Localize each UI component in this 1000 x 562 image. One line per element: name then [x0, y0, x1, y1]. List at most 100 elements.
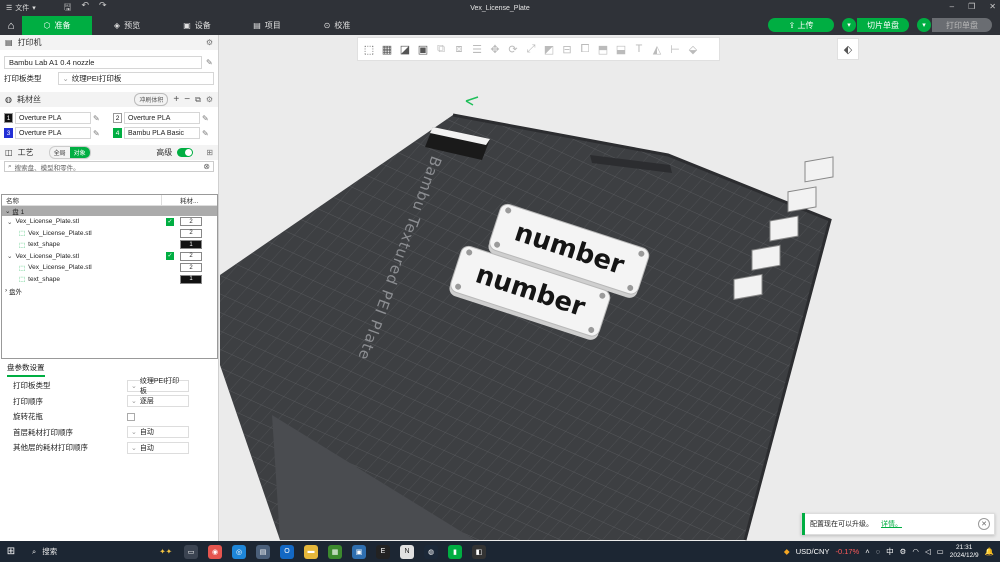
outside-plate-node[interactable]: › 盘外: [2, 285, 217, 297]
seam-paint-icon[interactable]: ⬓: [613, 41, 629, 57]
remove-icon[interactable]: −: [184, 94, 190, 105]
settings-icon[interactable]: ⚙: [206, 95, 213, 104]
sync-icon[interactable]: ⧉: [195, 95, 201, 105]
printer-select[interactable]: Bambu Lab A1 0.4 nozzle: [4, 56, 202, 69]
close-icon[interactable]: ✕: [989, 2, 996, 11]
visibility-checkbox[interactable]: ✓: [166, 217, 174, 226]
arrange-icon[interactable]: ▣: [415, 41, 431, 57]
orient-plate-icon[interactable]: [769, 215, 799, 242]
restore-icon[interactable]: ❐: [968, 2, 975, 11]
clock[interactable]: 21:31 2024/12/9: [950, 544, 979, 560]
volume-icon[interactable]: ◁: [925, 547, 931, 556]
view-options-icon[interactable]: ⬖: [837, 38, 859, 60]
bambu-studio-icon[interactable]: ▮: [448, 544, 462, 559]
delete-plate-icon[interactable]: [804, 156, 834, 183]
ime-lang[interactable]: 中: [886, 546, 894, 557]
close-icon[interactable]: ✕: [978, 518, 990, 530]
print-plate-button[interactable]: 打印单盘: [932, 18, 992, 32]
copilot-icon[interactable]: ◉: [208, 544, 222, 559]
scale-icon[interactable]: ⤢: [523, 41, 539, 57]
tree-item[interactable]: ⌄ Vex_License_Plate.stl ✓ 2: [2, 216, 217, 228]
tab-preview[interactable]: ◈ 预览: [92, 16, 162, 35]
upload-button[interactable]: ⇪ 上传: [768, 18, 834, 32]
tree-item[interactable]: ⬚ Vex_License_Plate.stl 2: [2, 262, 217, 274]
filament-selector[interactable]: 2: [180, 217, 202, 227]
file-menu[interactable]: ☰ 文件 ▾: [0, 3, 42, 13]
split-parts-icon[interactable]: ⧈: [451, 41, 467, 57]
notifications-icon[interactable]: 🔔: [985, 547, 994, 556]
clear-icon[interactable]: ⊗: [203, 162, 210, 171]
filament-slot[interactable]: 2 Overture PLA ✎: [113, 112, 222, 124]
tab-prepare[interactable]: ⬡ 准备: [22, 16, 92, 35]
minimize-icon[interactable]: –: [950, 2, 954, 11]
taskbar-search[interactable]: ⌕ 搜索 ✦✦: [22, 546, 172, 557]
measure-icon[interactable]: ⊢: [667, 41, 683, 57]
edit-icon[interactable]: ✎: [206, 58, 213, 67]
app-icon-2[interactable]: ◧: [472, 544, 486, 559]
global-object-toggle[interactable]: 全局 对象: [48, 146, 91, 159]
add-icon[interactable]: +: [173, 94, 179, 105]
arrange-plate-icon[interactable]: [787, 186, 817, 213]
filament-selector[interactable]: 1: [180, 274, 202, 284]
lock-plate-icon[interactable]: [751, 244, 781, 271]
edit-icon[interactable]: ✎: [93, 114, 100, 123]
add-object-icon[interactable]: ⬚: [361, 41, 377, 57]
settings-icon[interactable]: ⚙: [206, 38, 213, 47]
outlook-icon[interactable]: O: [280, 544, 294, 559]
object-search-input[interactable]: ⌕ 搜索盘、模型和零件。 ⊗: [4, 161, 214, 172]
redo-icon[interactable]: ↷: [99, 0, 107, 16]
settings-icon[interactable]: ⚙: [900, 547, 907, 556]
filament-selector[interactable]: 1: [180, 240, 202, 250]
advanced-toggle[interactable]: [177, 148, 194, 157]
filament-slot[interactable]: 1 Overture PLA ✎: [4, 112, 113, 124]
tree-item[interactable]: ⬚ text_shape 1: [2, 239, 217, 251]
spiral-vase-checkbox[interactable]: [127, 412, 135, 421]
plate-settings-icon[interactable]: [733, 273, 763, 300]
plate-setting-select[interactable]: ⌄ 逐层: [127, 395, 189, 408]
filament-selector[interactable]: 2: [180, 251, 202, 261]
plate-setting-select[interactable]: ⌄ 纹理PEI打印板: [127, 378, 189, 395]
slice-plate-button[interactable]: 切片单盘: [857, 18, 909, 32]
split-objects-icon[interactable]: ⧉: [433, 41, 449, 57]
edge-icon[interactable]: ◎: [232, 544, 246, 559]
plate-node[interactable]: ⌄ 盘 1: [2, 206, 217, 216]
tab-device[interactable]: ▣ 设备: [162, 16, 232, 35]
explorer-icon[interactable]: ▬: [304, 544, 318, 559]
filament-selector[interactable]: 2: [180, 228, 202, 238]
assembly-icon[interactable]: ⬙: [685, 41, 701, 57]
wifi-icon[interactable]: ◠: [912, 547, 919, 556]
filament-slot[interactable]: 4 Bambu PLA Basic ✎: [113, 127, 222, 139]
add-plate-icon[interactable]: ▦: [379, 41, 395, 57]
battery-icon[interactable]: ▭: [937, 547, 944, 556]
compare-icon[interactable]: ⊞: [206, 148, 213, 157]
layers-edit-icon[interactable]: ☰: [469, 41, 485, 57]
tree-item[interactable]: ⬚ Vex_License_Plate.stl 2: [2, 228, 217, 240]
save-icon[interactable]: 🖫: [64, 0, 72, 16]
edit-icon[interactable]: ✎: [202, 129, 209, 138]
tab-project[interactable]: ▤ 项目: [232, 16, 302, 35]
app-icon[interactable]: ▣: [352, 544, 366, 559]
seg-global[interactable]: 全局: [50, 147, 70, 158]
print-dropdown-button[interactable]: ▾: [917, 18, 931, 32]
currency-label[interactable]: USD/CNY: [796, 547, 830, 556]
task-view-icon[interactable]: ▭: [184, 544, 198, 559]
boolean-icon[interactable]: ⧠: [577, 41, 593, 57]
minecraft-icon[interactable]: ▦: [328, 544, 342, 559]
epic-games-icon[interactable]: E: [376, 544, 390, 559]
move-icon[interactable]: ✥: [487, 41, 503, 57]
cut-icon[interactable]: ⊟: [559, 41, 575, 57]
windows-start-icon[interactable]: ⊞: [0, 546, 22, 557]
tree-item[interactable]: ⌄ Vex_License_Plate.stl ✓ 2: [2, 251, 217, 263]
chevron-up-icon[interactable]: ˄: [865, 547, 869, 556]
wechat-icon[interactable]: ◌: [876, 547, 880, 556]
lay-on-face-icon[interactable]: ◩: [541, 41, 557, 57]
3d-viewport[interactable]: Bambu Textured PEI Plate number number ⬚…: [220, 35, 1000, 541]
plate-settings-tab[interactable]: 盘参数设置: [7, 362, 45, 377]
seg-object[interactable]: 对象: [69, 147, 90, 158]
visibility-checkbox[interactable]: ✓: [166, 252, 174, 261]
auto-orient-icon[interactable]: ◪: [397, 41, 413, 57]
edit-icon[interactable]: ✎: [93, 129, 100, 138]
notification-details-link[interactable]: 详情。: [881, 519, 902, 529]
flush-volume-button[interactable]: 冲刷体积: [134, 93, 169, 106]
undo-icon[interactable]: ↶: [81, 0, 89, 16]
